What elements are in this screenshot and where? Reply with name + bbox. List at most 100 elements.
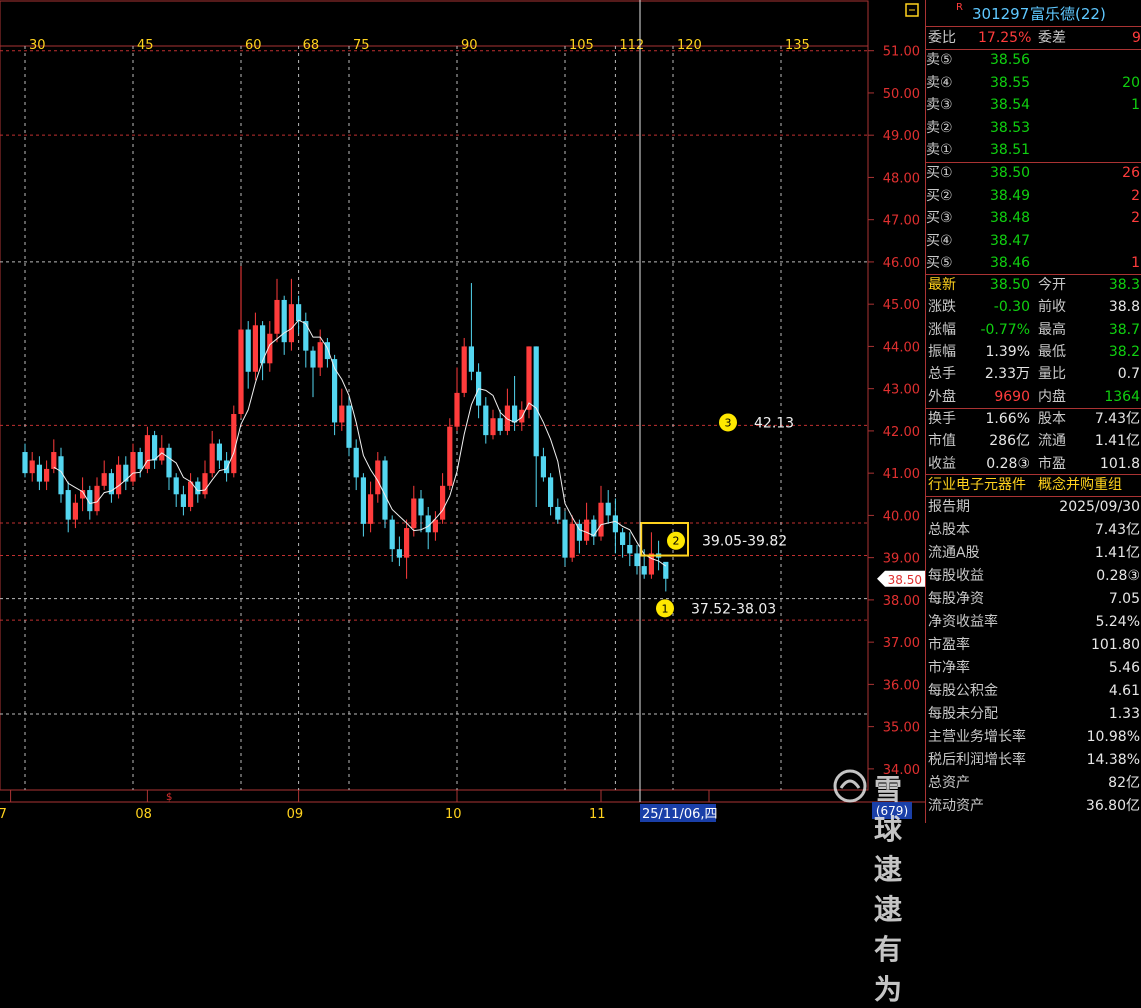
margin-flag: R [956,2,963,13]
buy-row[interactable]: 买④ 38.47 [926,230,1141,252]
candle-body[interactable] [44,468,50,482]
candle-body[interactable] [238,329,244,415]
stat-label: 涨跌 [928,299,956,316]
candle-body[interactable] [447,426,453,486]
sell-row[interactable]: 卖③ 38.54 1 [926,94,1141,116]
candle-body[interactable] [432,519,438,533]
buy-row[interactable]: 买② 38.49 2 [926,185,1141,207]
candle-body[interactable] [296,304,302,322]
candle-body[interactable] [497,418,503,431]
candle-body[interactable] [209,443,215,474]
sell-price: 38.51 [990,142,1031,158]
candle-body[interactable] [245,329,251,372]
candle-body[interactable] [512,405,518,423]
candle-body[interactable] [526,346,532,410]
fin-label: 市净率 [928,660,970,676]
sell-row[interactable]: 卖① 38.51 [926,139,1141,161]
candle-body[interactable] [555,506,561,520]
candle-body[interactable] [94,485,100,512]
candle-body[interactable] [620,532,626,545]
candle-body[interactable] [65,490,71,520]
candle-body[interactable] [123,464,129,482]
fin-value: 1.33 [1108,706,1140,722]
candle-body[interactable] [353,447,359,478]
candle-body[interactable] [404,528,410,558]
kline-chart-area[interactable]: 51.00 50.00 49.00 48.00 47.00 46.00 45.00 44.00… [0,0,925,1006]
candle-body[interactable] [360,477,366,524]
candle-body[interactable] [634,553,640,567]
candle-body[interactable] [116,464,122,495]
candle-body[interactable] [22,452,28,474]
candle-body[interactable] [216,443,222,461]
candle-body[interactable] [411,498,417,529]
candle-body[interactable] [504,405,510,431]
candle-body[interactable] [288,304,294,343]
fin-value: 7.43亿 [1094,522,1140,538]
candle-body[interactable] [490,418,496,436]
candle-body[interactable] [36,464,42,482]
kline-chart[interactable]: 51.00 50.00 49.00 48.00 47.00 46.00 45.00 44.00… [0,0,925,823]
candle-body[interactable] [584,519,590,541]
candle-body[interactable] [310,350,316,368]
candle-body[interactable] [454,392,460,427]
candle-body[interactable] [562,519,568,558]
candle-body[interactable] [519,409,525,423]
candle-body[interactable] [627,544,633,554]
candle-body[interactable] [598,502,604,537]
candle-body[interactable] [252,325,258,372]
candle-body[interactable] [648,553,654,575]
candle-body[interactable] [382,460,388,520]
candle-body[interactable] [152,435,158,461]
candle-body[interactable] [188,481,194,507]
candle-body[interactable] [605,502,611,516]
y-tick-label: 36.00 [883,678,920,693]
candle-body[interactable] [483,405,489,436]
stat-value: 286亿 [989,433,1030,450]
candle-body[interactable] [202,473,208,495]
candle-body[interactable] [533,346,539,457]
candle-body[interactable] [137,452,143,469]
candle-body[interactable] [166,447,172,478]
candle-body[interactable] [72,502,78,520]
sell-row[interactable]: 卖④ 38.55 20 [926,72,1141,94]
candle-body[interactable] [389,519,395,550]
candle-body[interactable] [418,498,424,516]
sell-price: 38.54 [990,97,1031,113]
buy-row[interactable]: 买① 38.50 26 [926,162,1141,184]
candle-body[interactable] [173,477,179,495]
candle-body[interactable] [51,452,57,469]
candle-body[interactable] [303,321,309,351]
candle-body[interactable] [440,485,446,520]
candle-body[interactable] [180,494,186,507]
candle-body[interactable] [540,456,546,478]
candle-body[interactable] [396,549,402,558]
candle-body[interactable] [339,405,345,423]
candle-body[interactable] [224,460,230,474]
buy-row[interactable]: 买③ 38.48 2 [926,207,1141,229]
candle-body[interactable] [101,473,107,486]
candle-body[interactable] [548,477,554,507]
candle-body[interactable] [591,519,597,537]
candle-body[interactable] [130,452,136,482]
candle-body[interactable] [641,566,647,575]
candle-body[interactable] [461,346,467,393]
candle-body[interactable] [29,460,35,474]
y-tick-label: 41.00 [883,467,920,482]
candle-body[interactable] [281,299,287,343]
buy-row[interactable]: 买⑤ 38.46 1 [926,252,1141,274]
candle-body[interactable] [612,515,618,533]
concept-value: 并购重组 [1066,477,1122,493]
fin-row: 税后利润增长率 14.38% [926,749,1141,771]
candle-body[interactable] [346,405,352,448]
annotation-text: 37.52-38.03 [691,601,776,617]
fin-value: 10.98% [1086,729,1140,745]
candle-body[interactable] [569,523,575,558]
sell-row[interactable]: 卖② 38.53 [926,117,1141,139]
candle-body[interactable] [317,342,323,368]
candle-body[interactable] [468,346,474,372]
candle-body[interactable] [274,299,280,334]
quote-header[interactable]: R 301297 富乐德(22) [926,2,1141,25]
candle-body[interactable] [368,494,374,524]
sell-row[interactable]: 卖⑤ 38.56 [926,49,1141,71]
industry-row[interactable]: 行业 电子元器件 概念 并购重组 [926,474,1141,496]
